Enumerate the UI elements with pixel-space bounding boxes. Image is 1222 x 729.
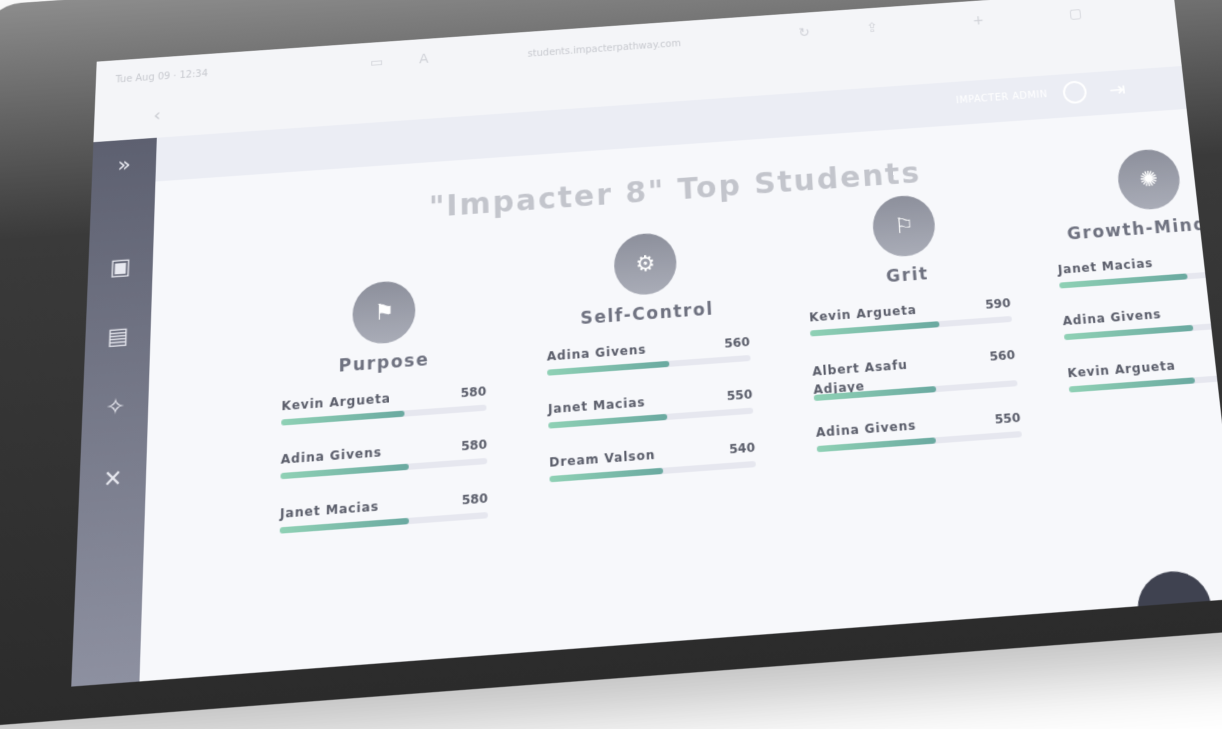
address-bar[interactable]: students.impacterpathway.com [448,27,760,73]
score-bar-fill [817,437,936,452]
score-bar-fill [280,464,408,480]
person-gears-icon: ⚙ [613,232,677,297]
score-bar-fill [1069,377,1195,392]
tablet-frame: Tue Aug 09 · 12:34 ▭ A students.impacter… [0,0,1222,729]
student-score: 550 [994,411,1021,427]
new-tab-icon[interactable]: + [972,13,985,28]
share-icon[interactable]: ⇪ [866,20,878,35]
sparkle-wand-icon[interactable]: ✧ [82,393,149,423]
student-score: 580 [461,437,487,453]
score-bar-fill [547,361,669,376]
logout-icon[interactable]: ⇥ [1108,78,1127,102]
student-score: 560 [724,335,750,351]
student-name: Janet Macias [1057,256,1153,277]
reload-icon[interactable]: ↻ [798,25,810,40]
score-bar-fill [810,321,940,336]
flag-path-icon: ⚑ [352,279,415,345]
tablet-screen: Tue Aug 09 · 12:34 ▭ A students.impacter… [71,0,1222,687]
student-score: 590 [985,296,1011,312]
trait-title: Grit [807,259,1009,293]
admin-label: IMPACTER ADMIN [956,89,1048,106]
trait-column-grit: ⚐ Grit Kevin Argueta 590 Albert Asafu Ad… [803,189,1025,479]
score-bar-fill [280,518,409,534]
score-bar-fill [549,468,663,483]
score-bar-fill [1064,325,1194,340]
student-score: 540 [729,440,755,456]
camera-icon[interactable]: ▣ [88,253,153,282]
sidebar-toggle-icon[interactable]: ▭ [370,55,383,71]
trait-title: Purpose [282,346,486,381]
reader-icon[interactable]: A [419,52,428,67]
status-time: Tue Aug 09 · 12:34 [115,69,208,86]
trait-title: Self-Control [546,297,749,331]
main-content: "Impacter 8" Top Students ⚑ Purpose Kevi… [139,109,1222,682]
student-score: 580 [461,384,487,400]
chevron-left-icon[interactable]: ‹ [153,106,161,126]
student-score: 550 [726,387,752,403]
student-name: Adina Givens [547,342,647,363]
trait-title: Growth-Mindset [1054,212,1222,246]
logo-chevrons-icon[interactable]: » [92,151,156,179]
student-score: 580 [462,491,488,508]
user-icon[interactable] [1062,80,1088,104]
trait-column-self-control: ⚙ Self-Control Adina Givens 560 Janet Ma… [544,227,757,510]
profile-card-icon[interactable]: ▤ [85,322,151,352]
score-bar-fill [281,411,404,426]
score-bar-fill [548,414,667,429]
tabs-icon[interactable]: ▢ [1068,6,1082,22]
lightbulb-brain-icon: ✺ [1115,148,1182,212]
partial-trait-icon [1134,569,1215,650]
stairs-flag-icon: ⚐ [871,194,937,259]
trait-column-growth-mindset: ✺ Growth-Mindset Janet Macias 590 Adina … [1047,143,1222,419]
student-score: 560 [989,348,1016,364]
score-bar-fill [1059,273,1188,288]
tools-icon[interactable]: ✕ [79,464,146,495]
trait-column-purpose: ⚑ Purpose Kevin Argueta 580 Adina Givens… [279,275,488,562]
student-name: Kevin Argueta [809,303,917,325]
student-name: Kevin Argueta [281,391,390,413]
